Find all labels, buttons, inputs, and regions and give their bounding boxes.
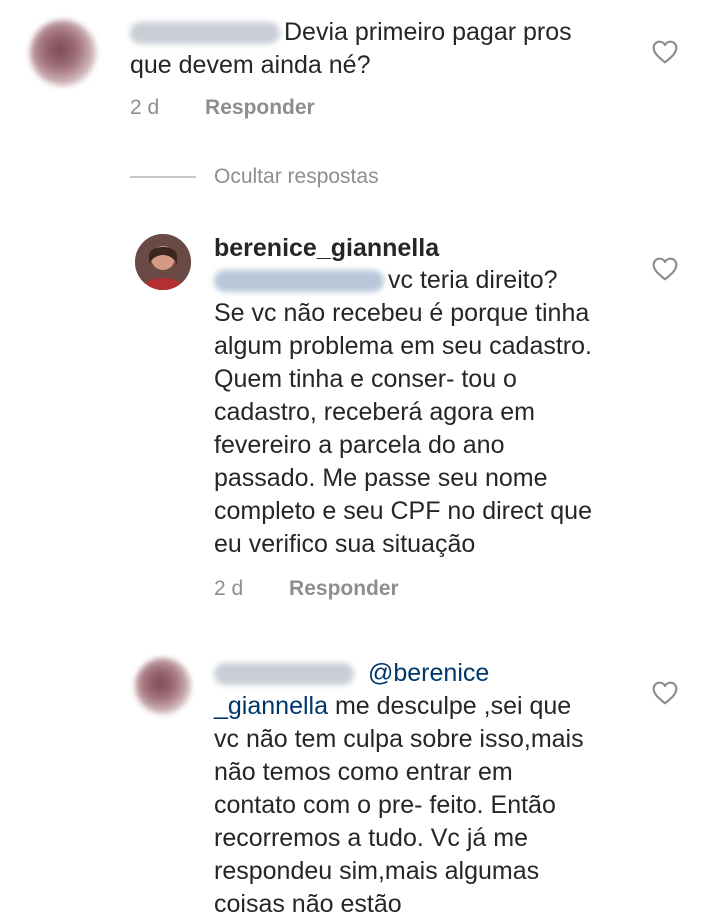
reply-1-meta: 2 d Responder: [214, 577, 399, 601]
reply-2-mention-2[interactable]: _giannella: [214, 692, 328, 720]
reply-1-line-1: vc teria direito?: [214, 264, 614, 297]
reply-2-text: me desculpe ,sei que vc não tem culpa so…: [214, 692, 584, 918]
blurred-username-1[interactable]: [130, 22, 280, 45]
reply-2-body: @berenice _giannella me desculpe ,sei que…: [214, 657, 594, 921]
reply-1-time: 2 d: [214, 577, 244, 600]
comment-1-reply-button[interactable]: Responder: [205, 96, 315, 119]
reply-1-username[interactable]: berenice_giannella: [214, 234, 439, 263]
avatar-berenice[interactable]: [135, 234, 191, 290]
comment-1-body: Devia primeiro pagar pros que devem aind…: [130, 16, 620, 82]
avatar-comment-1[interactable]: [30, 20, 96, 86]
avatar-reply-2[interactable]: [135, 658, 191, 714]
reply-1-text: Se vc não recebeu é porque tinha algum p…: [214, 299, 592, 558]
heart-outline-icon[interactable]: [652, 257, 678, 281]
comment-1-meta: 2 d Responder: [130, 96, 315, 120]
heart-outline-icon[interactable]: [652, 40, 678, 64]
thread-divider: [130, 176, 196, 178]
blurred-mention-1[interactable]: [214, 270, 384, 293]
hide-replies-button[interactable]: Ocultar respostas: [214, 165, 379, 189]
heart-outline-icon[interactable]: [652, 681, 678, 705]
reply-2-mention-1[interactable]: @berenice: [368, 659, 489, 687]
reply-1-text-line-1: vc teria direito?: [388, 266, 558, 294]
comment-1-time: 2 d: [130, 96, 160, 119]
blurred-username-2[interactable]: [214, 663, 354, 686]
reply-1-reply-button[interactable]: Responder: [289, 577, 399, 600]
avatar-photo-image: [135, 234, 191, 290]
